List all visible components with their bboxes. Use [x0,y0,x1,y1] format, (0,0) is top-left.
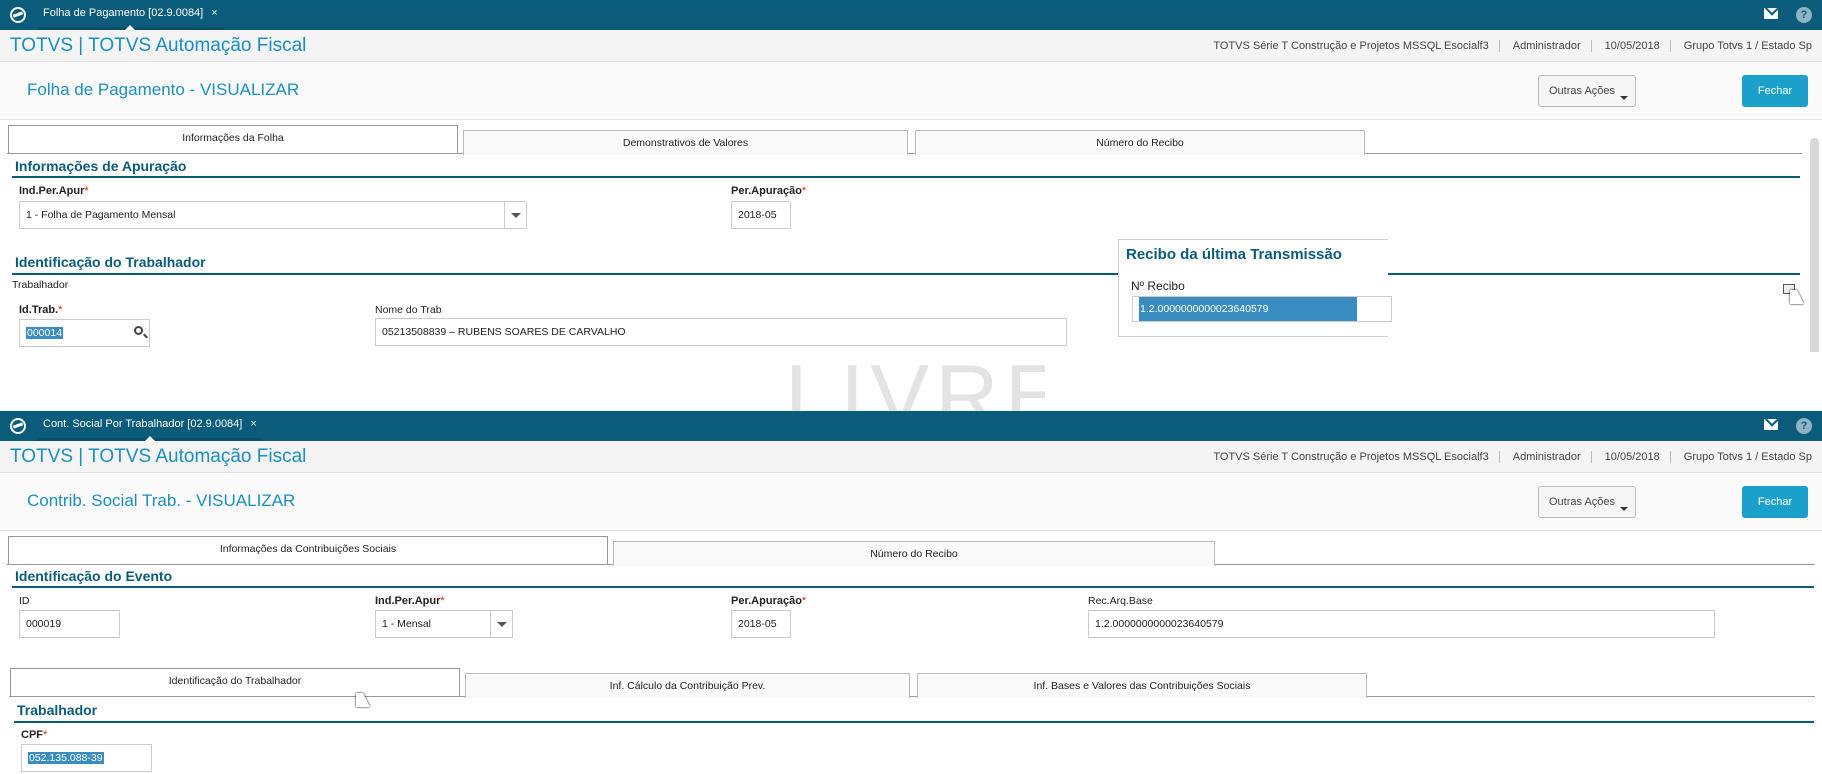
date-label: 10/05/2018 [1604,40,1660,52]
cpf-field[interactable]: 052.135.088-39 [21,744,152,772]
section-identificacao-evento: Identificação do Evento [15,568,173,584]
tab-label: Folha de Pagamento [02.9.0084] [43,7,204,19]
company-label: TOTVS Série T Construção e Projetos MSSQ… [1213,40,1489,52]
window-contrib-social: Cont. Social Por Trabalhador [02.9.0084]… [0,411,1822,774]
section-identificacao-trabalhador: Identificação do Trabalhador [15,254,206,270]
ind-per-apur-select[interactable]: 1 - Folha de Pagamento Mensal [19,201,527,229]
scrollbar[interactable] [1810,138,1819,352]
search-icon[interactable] [134,326,143,335]
id-trab-label: Id.Trab.* [19,304,63,316]
id-trab-field[interactable]: 000014 [19,319,150,347]
totvs-logo-icon[interactable] [10,418,26,434]
dropdown-arrow-icon[interactable] [504,202,526,228]
mouse-cursor-icon [1790,290,1804,304]
watermark: LIVRE [785,352,1045,411]
page-header: Contrib. Social Trab. - VISUALIZAR Outra… [0,473,1822,531]
recibo-panel: Recibo da última Transmissão Nº Recibo 1… [1118,239,1392,337]
app-header: TOTVS | TOTVS Automação Fiscal TOTVS Sér… [0,30,1822,62]
tab-numero-recibo[interactable]: Número do Recibo [613,541,1215,566]
per-apuracao-field[interactable]: 2018-05 [731,201,791,229]
ind-per-apur-label: Ind.Per.Apur* [375,595,445,607]
window-folha-pagamento: Folha de Pagamento [02.9.0084] × ? TOTVS … [0,0,1822,352]
recibo-label: Nº Recibo [1131,279,1185,293]
section-informacoes-apuracao: Informações de Apuração [15,158,187,174]
help-icon[interactable]: ? [1796,418,1812,434]
page-title: Contrib. Social Trab. - VISUALIZAR [27,491,296,510]
totvs-logo-icon[interactable] [10,7,26,23]
company-label: TOTVS Série T Construção e Projetos MSSQ… [1213,451,1489,463]
subtab-identificacao-trabalhador[interactable]: Identificação do Trabalhador [10,668,460,696]
per-apuracao-label: Per.Apuração* [731,595,807,607]
id-label: ID [19,595,30,607]
user-label: Administrador [1512,451,1581,463]
group-label: Grupo Totvs 1 / Estado Sp [1683,40,1812,52]
ind-per-apur-select[interactable]: 1 - Mensal [375,610,513,638]
help-icon[interactable]: ? [1796,7,1812,23]
id-field[interactable]: 000019 [19,610,120,638]
mail-icon[interactable] [1764,419,1778,430]
ind-per-apur-label: Ind.Per.Apur* [19,185,89,197]
app-header: TOTVS | TOTVS Automação Fiscal TOTVS Sér… [0,441,1822,473]
section-trabalhador: Trabalhador [17,702,98,718]
outras-acoes-button[interactable]: Outras Ações [1538,486,1636,518]
tab-numero-recibo[interactable]: Número do Recibo [915,130,1365,155]
trabalhador-label: Trabalhador [12,279,69,291]
header-info: TOTVS Série T Construção e Projetos MSSQ… [1213,451,1812,464]
user-label: Administrador [1512,40,1581,52]
tab-close-icon[interactable]: × [250,418,256,430]
cpf-label: CPF* [21,729,48,741]
tab-folha-pagamento[interactable]: Folha de Pagamento [02.9.0084] × [37,0,224,30]
mouse-cursor-icon [356,693,370,707]
tab-informacoes-folha[interactable]: Informações da Folha [8,125,458,153]
rec-arq-base-field[interactable]: 1.2.0000000000023640579 [1088,610,1715,638]
fechar-button[interactable]: Fechar [1742,486,1808,518]
tab-label: Cont. Social Por Trabalhador [02.9.0084] [43,418,243,430]
tab-cont-social[interactable]: Cont. Social Por Trabalhador [02.9.0084]… [37,411,263,441]
app-title: TOTVS | TOTVS Automação Fiscal [10,35,307,56]
tab-close-icon[interactable]: × [211,7,217,19]
nome-trab-label: Nome do Trab [375,304,442,316]
app-title: TOTVS | TOTVS Automação Fiscal [10,446,307,467]
date-label: 10/05/2018 [1604,451,1660,463]
rec-arq-base-label: Rec.Arq.Base [1088,595,1153,607]
per-apuracao-label: Per.Apuração* [731,185,807,197]
dropdown-arrow-icon[interactable] [490,611,512,637]
page-header: Folha de Pagamento - VISUALIZAR Outras A… [0,62,1822,120]
recibo-field[interactable]: 1.2.0000000000023640579 [1132,296,1392,322]
header-info: TOTVS Série T Construção e Projetos MSSQ… [1213,40,1812,53]
per-apuracao-field[interactable]: 2018-05 [731,610,791,638]
mail-icon[interactable] [1764,8,1778,19]
title-bar: Cont. Social Por Trabalhador [02.9.0084]… [0,411,1822,441]
title-bar: Folha de Pagamento [02.9.0084] × ? [0,0,1822,30]
page-title: Folha de Pagamento - VISUALIZAR [27,80,300,99]
recibo-title: Recibo da última Transmissão [1126,246,1342,263]
fechar-button[interactable]: Fechar [1742,75,1808,107]
group-label: Grupo Totvs 1 / Estado Sp [1683,451,1812,463]
nome-trab-field[interactable]: 05213508839 – RUBENS SOARES DE CARVALHO [375,318,1067,346]
outras-acoes-button[interactable]: Outras Ações [1538,75,1636,107]
tab-informacoes-contribuicoes[interactable]: Informações da Contribuições Sociais [8,536,608,564]
subtab-inf-calculo[interactable]: Inf. Cálculo da Contribuição Prev. [465,673,910,698]
subtab-inf-bases[interactable]: Inf. Bases e Valores das Contribuições S… [917,673,1367,698]
tab-demonstrativos[interactable]: Demonstrativos de Valores [463,130,908,155]
